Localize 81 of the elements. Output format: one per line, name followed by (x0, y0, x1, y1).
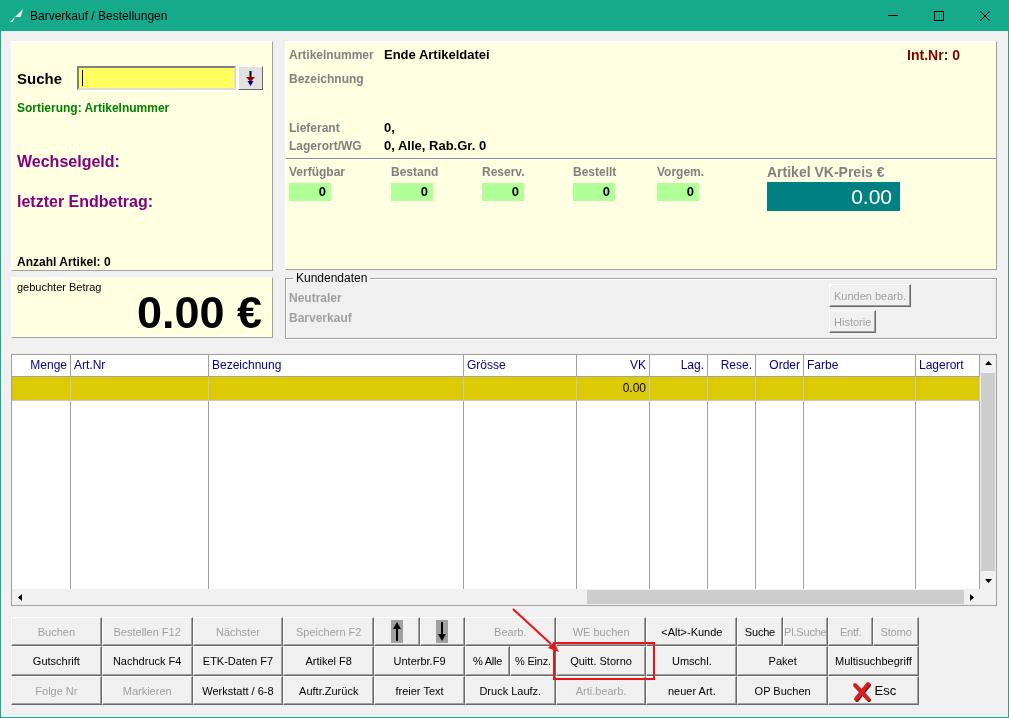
booked-amount-label: gebuchter Betrag (17, 281, 103, 294)
app-logo-icon (10, 9, 23, 22)
triangle-down-icon (984, 579, 992, 583)
column-header: Order (756, 355, 804, 377)
scrollbar-thumb[interactable] (981, 373, 995, 571)
item-count: Anzahl Artikel: 0 (17, 255, 112, 270)
action-button[interactable]: freier Text (374, 676, 465, 705)
action-button[interactable]: Quitt. Storno (555, 646, 647, 676)
column-header: Art.Nr (71, 355, 209, 377)
up-arrow-icon (390, 620, 403, 643)
stock-value: 0 (573, 183, 615, 201)
action-button[interactable]: Suche (737, 617, 783, 646)
action-button[interactable]: Multisuchbegriff (828, 646, 919, 676)
column-header: VK (577, 355, 650, 377)
price-value: 0.00 (767, 182, 900, 211)
down-arrow-icon (246, 70, 255, 86)
action-button[interactable]: Druck Laufz. (464, 676, 556, 705)
esc-button[interactable]: Esc (828, 676, 919, 705)
column-header: Farbe (804, 355, 916, 377)
group-title: Kundendaten (293, 271, 371, 285)
booked-amount: 0.00 € (135, 290, 262, 335)
table-row[interactable]: 0.00 (12, 377, 980, 401)
stock-value: 0 (482, 183, 524, 201)
action-button[interactable]: Unterbr.F9 (374, 646, 465, 676)
stock-label: Bestellt (573, 165, 617, 180)
action-button[interactable]: Werkstatt / 6-8 (192, 676, 284, 705)
action-button[interactable]: OP Buchen (737, 676, 829, 705)
column-header: Lagerort (916, 355, 980, 377)
stock-value: 0 (657, 183, 699, 201)
column-header: Bezeichnung (209, 355, 464, 377)
search-field[interactable] (77, 66, 236, 90)
cross-icon (850, 679, 872, 702)
table-cell: 0.00 (577, 377, 650, 401)
scrollbar-thumb[interactable] (586, 590, 964, 604)
stock-label: Verfügbar (289, 165, 345, 180)
action-button[interactable]: % Einz. (510, 646, 556, 676)
action-button[interactable]: neuer Art. (646, 676, 738, 705)
stock-label: Vorgem. (657, 165, 705, 180)
action-button[interactable]: Gutschrift (11, 646, 102, 676)
change-label: Wechselgeld: (17, 152, 121, 171)
search-label: Suche (17, 69, 63, 87)
field-label: Lagerort/WG (289, 138, 363, 155)
column-header: Lag. (650, 355, 708, 377)
field-label: Lieferant (289, 120, 341, 137)
stock-label: Reserv. (482, 165, 525, 180)
sort-info: Sortierung: Artikelnummer (17, 101, 171, 116)
customer-text: Neutraler (289, 290, 342, 307)
minimize-icon (888, 15, 898, 16)
action-button[interactable]: Paket (737, 646, 829, 676)
maximize-icon (934, 10, 944, 21)
column-header: Grösse (464, 355, 577, 377)
move-down-button[interactable] (419, 617, 465, 646)
field-value: 0, (384, 119, 395, 137)
stock-value: 0 (391, 183, 433, 201)
column-header: Menge (12, 355, 71, 377)
stock-value: 0 (289, 183, 331, 201)
last-total-label: letzter Endbetrag: (17, 192, 154, 211)
down-arrow-icon (436, 620, 449, 643)
action-button[interactable]: Umschl. (646, 646, 738, 676)
triangle-right-icon (970, 593, 974, 601)
field-label: Artikelnummer (289, 47, 375, 64)
action-button[interactable]: Artikel F8 (283, 646, 375, 676)
dropdown-button[interactable] (238, 66, 263, 90)
field-label: Bezeichnung (289, 71, 365, 88)
customer-text: Barverkauf (289, 310, 352, 327)
field-value: Ende Artikeldatei (384, 46, 490, 64)
price-label: Artikel VK-Preis € (767, 165, 885, 180)
action-button[interactable]: ETK-Daten F7 (192, 646, 284, 676)
field-value: 0, Alle, Rab.Gr. 0 (384, 137, 487, 155)
column-header: Rese. (708, 355, 756, 377)
action-button[interactable]: % Alle (464, 646, 511, 676)
window-title: Barverkauf / Bestellungen (30, 8, 168, 23)
internal-number: Int.Nr: 0 (907, 46, 960, 64)
action-button[interactable]: Auftr.Zurück (283, 676, 375, 705)
action-button[interactable]: Nachdruck F4 (101, 646, 193, 676)
triangle-up-icon (984, 361, 992, 365)
move-up-button[interactable] (374, 617, 420, 646)
close-icon (980, 10, 990, 21)
stock-label: Bestand (391, 165, 439, 180)
triangle-left-icon (18, 593, 22, 601)
action-button[interactable]: <Alt>-Kunde (646, 617, 738, 646)
